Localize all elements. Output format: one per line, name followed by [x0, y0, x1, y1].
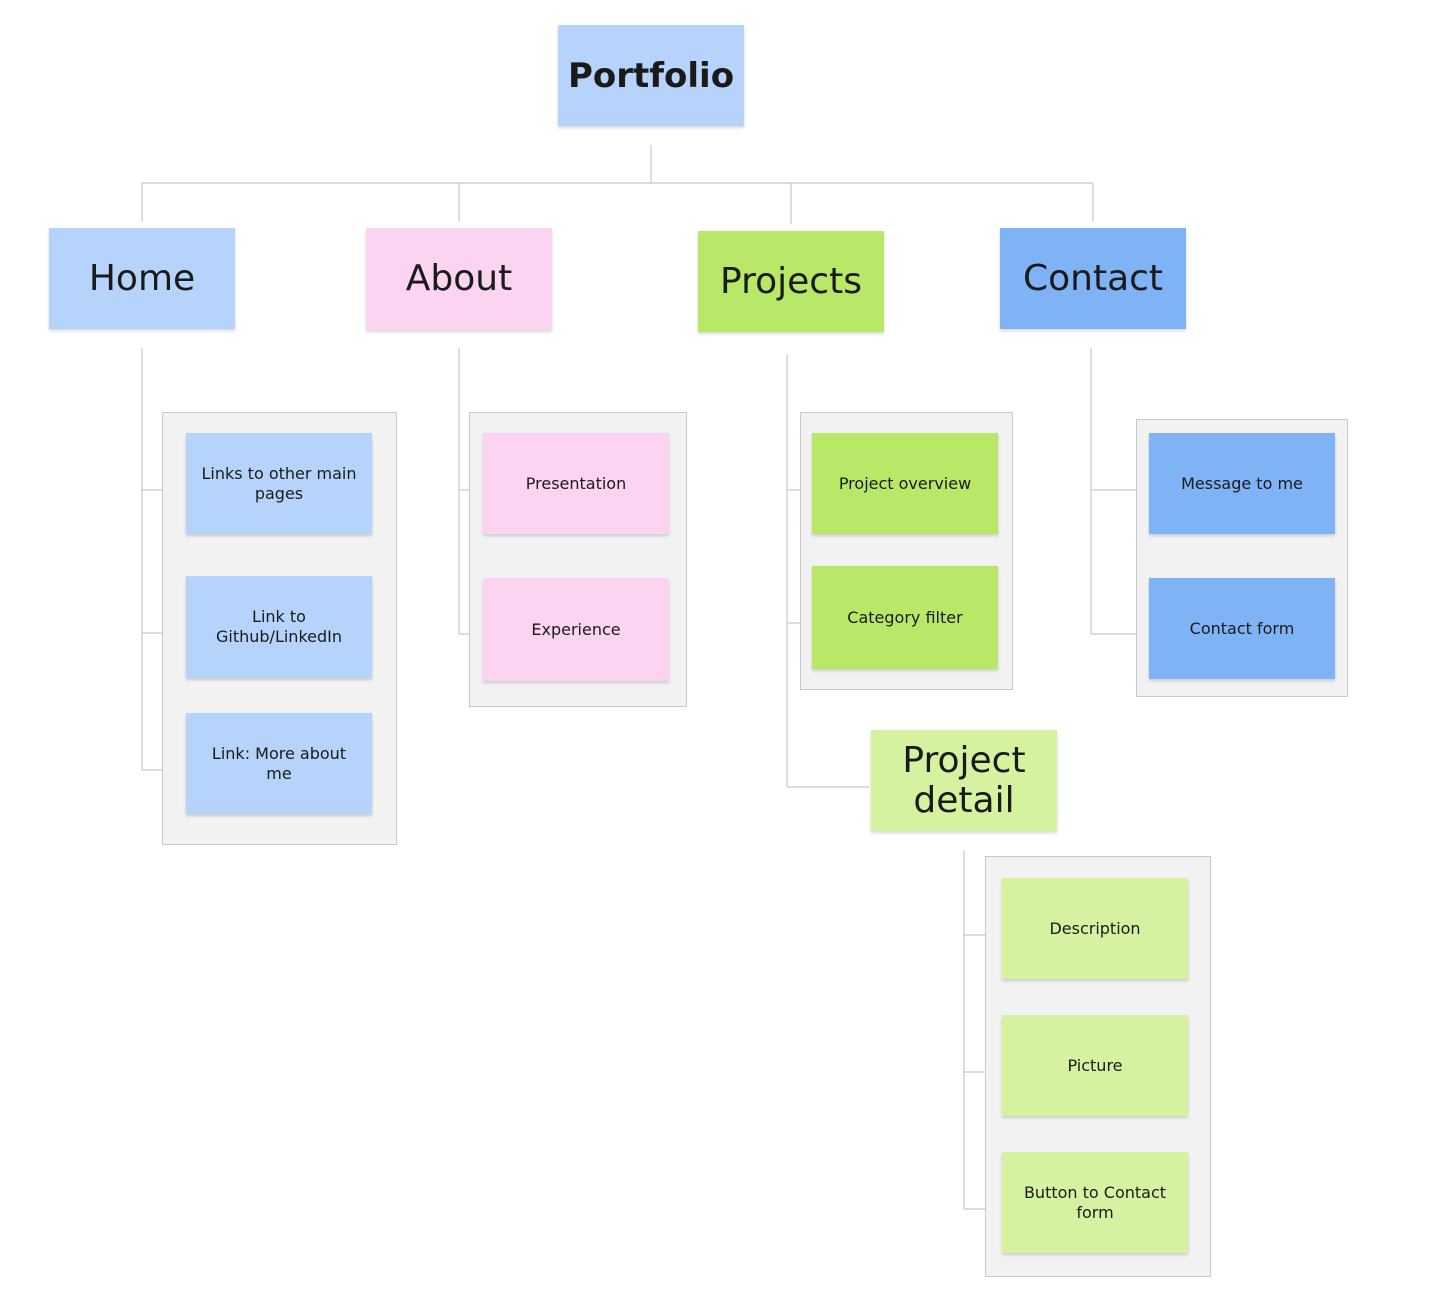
contact-item-form[interactable]: Contact form	[1149, 578, 1335, 679]
section-node-home[interactable]: Home	[49, 228, 235, 329]
sitemap-canvas: Portfolio Home About Projects Contact Li…	[0, 0, 1429, 1295]
about-item-experience[interactable]: Experience	[483, 578, 669, 681]
home-item-label: Links to other main pages	[201, 463, 357, 503]
projects-item-label: Project overview	[838, 473, 972, 493]
detail-item-label: Picture	[1067, 1055, 1123, 1075]
section-label-about: About	[405, 258, 513, 299]
home-item-label: Link to Github/LinkedIn	[216, 607, 342, 646]
section-label-contact: Contact	[1022, 257, 1164, 299]
detail-item-description[interactable]: Description	[1002, 878, 1188, 979]
section-node-projects[interactable]: Projects	[698, 231, 884, 332]
contact-item-message[interactable]: Message to me	[1149, 433, 1335, 534]
subsection-node-project-detail[interactable]: Project detail	[871, 730, 1057, 831]
home-item-label: Link: More about me	[211, 743, 347, 783]
detail-item-picture[interactable]: Picture	[1002, 1015, 1188, 1116]
section-label-projects: Projects	[720, 260, 862, 302]
root-node-label: Portfolio	[567, 55, 735, 96]
section-node-about[interactable]: About	[366, 228, 552, 330]
detail-item-label: Description	[1049, 918, 1141, 938]
subsection-label-project-detail: Project detail	[902, 739, 1026, 821]
about-item-label: Experience	[531, 619, 621, 639]
about-item-presentation[interactable]: Presentation	[483, 433, 669, 534]
home-item-link-github[interactable]: Link to Github/LinkedIn	[186, 576, 372, 678]
root-node-portfolio[interactable]: Portfolio	[558, 25, 744, 126]
section-label-home: Home	[88, 257, 196, 299]
contact-item-label: Contact form	[1189, 618, 1295, 638]
detail-item-contact-button[interactable]: Button to Contact form	[1002, 1152, 1188, 1253]
home-item-link-more-about[interactable]: Link: More about me	[186, 713, 372, 814]
projects-item-label: Category filter	[847, 607, 963, 627]
section-node-contact[interactable]: Contact	[1000, 228, 1186, 329]
projects-item-category-filter[interactable]: Category filter	[812, 566, 998, 669]
projects-item-overview[interactable]: Project overview	[812, 433, 998, 534]
home-item-links-main-pages[interactable]: Links to other main pages	[186, 433, 372, 534]
contact-item-label: Message to me	[1181, 473, 1303, 493]
about-item-label: Presentation	[525, 473, 627, 493]
detail-item-label: Button to Contact form	[1023, 1182, 1167, 1222]
